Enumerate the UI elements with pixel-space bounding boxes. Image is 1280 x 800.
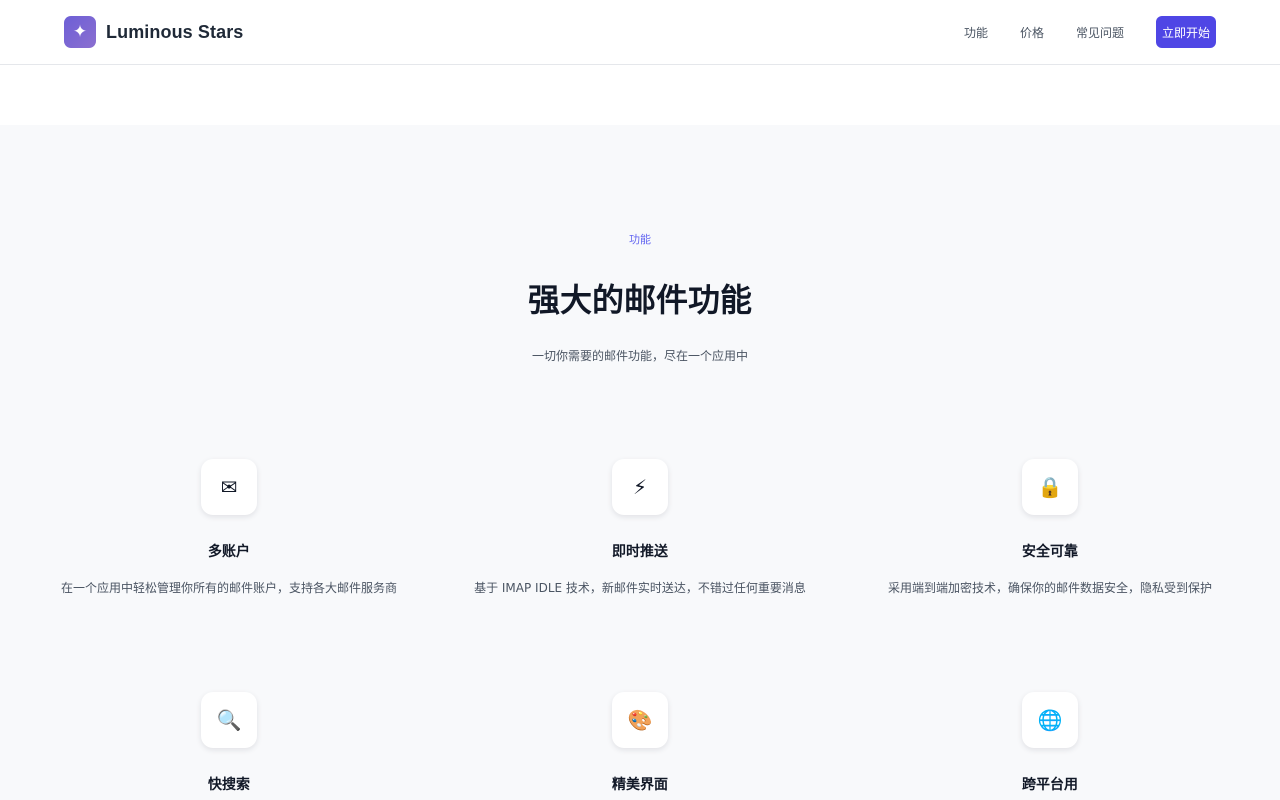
get-started-button[interactable]: 立即开始 (1156, 16, 1216, 48)
feature-card-search: 🔍 快搜索 (49, 692, 409, 800)
top-navbar: ✦ Luminous Stars 功能 价格 常见问题 立即开始 (0, 0, 1280, 65)
feature-card-cross-platform: 🌐 跨平台用 (870, 692, 1230, 800)
feature-title: 多账户 (208, 544, 250, 560)
feature-card-instant-push: ⚡ 即时推送 基于 IMAP IDLE 技术，新邮件实时送达，不错过任何重要消息 (460, 459, 820, 596)
section-subtitle: 一切你需要的邮件功能，尽在一个应用中 (531, 349, 748, 363)
feature-description: 在一个应用中轻松管理你所有的邮件账户，支持各大邮件服务商 (60, 581, 397, 595)
feature-title: 精美界面 (612, 777, 668, 793)
feature-card-multi-account: ✉ 多账户 在一个应用中轻松管理你所有的邮件账户，支持各大邮件服务商 (49, 459, 409, 596)
nav-links: 功能 价格 常见问题 立即开始 (964, 16, 1216, 48)
globe-icon: 🌐 (1022, 692, 1078, 748)
feature-description: 基于 IMAP IDLE 技术，新邮件实时送达，不错过任何重要消息 (474, 581, 806, 595)
feature-title: 跨平台用 (1022, 777, 1078, 793)
nav-link-faq[interactable]: 常见问题 (1076, 24, 1124, 41)
feature-title: 安全可靠 (1022, 544, 1078, 560)
brand-name: Luminous Stars (106, 21, 244, 42)
brand[interactable]: ✦ Luminous Stars (64, 16, 243, 48)
lock-icon: 🔒 (1022, 459, 1078, 515)
sparkle-logo-icon: ✦ (64, 16, 96, 48)
feature-description: 采用端到端加密技术，确保你的邮件数据安全，隐私受到保护 (887, 581, 1212, 595)
feature-title: 即时推送 (612, 544, 668, 560)
envelope-icon: ✉ (201, 459, 257, 515)
feature-card-security: 🔒 安全可靠 采用端到端加密技术，确保你的邮件数据安全，隐私受到保护 (870, 459, 1230, 596)
section-title: 强大的邮件功能 (527, 281, 752, 319)
nav-link-pricing[interactable]: 价格 (1020, 24, 1044, 41)
feature-title: 快搜索 (208, 777, 250, 793)
section-eyebrow: 功能 (629, 233, 651, 246)
search-icon: 🔍 (201, 692, 257, 748)
feature-card-interface: 🎨 精美界面 (460, 692, 820, 800)
palette-icon: 🎨 (612, 692, 668, 748)
nav-link-features[interactable]: 功能 (964, 24, 988, 41)
features-section: 功能 强大的邮件功能 一切你需要的邮件功能，尽在一个应用中 ✉ 多账户 在一个应… (0, 125, 1280, 800)
lightning-icon: ⚡ (612, 459, 668, 515)
